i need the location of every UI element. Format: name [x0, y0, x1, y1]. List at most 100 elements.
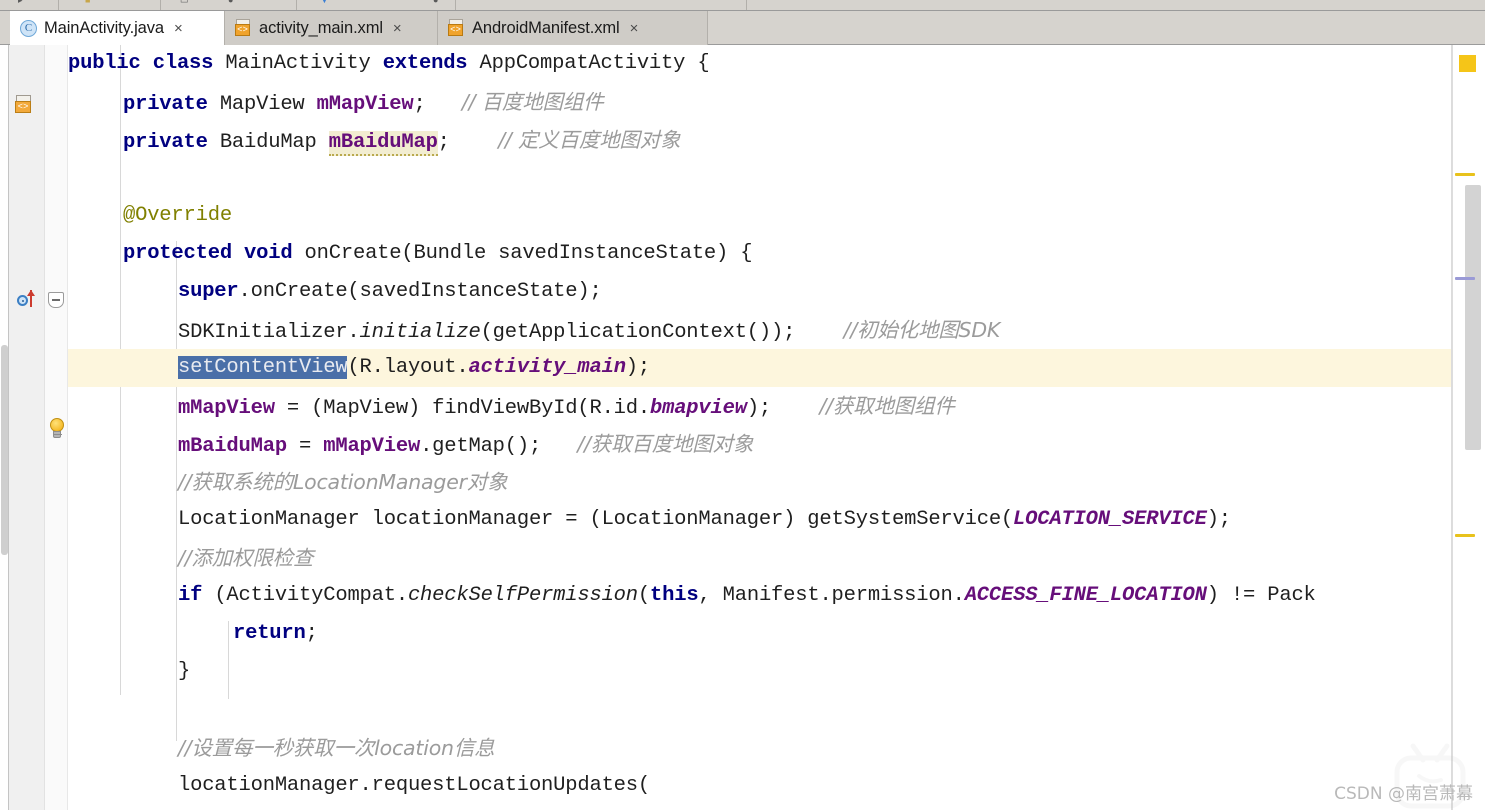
java-class-icon: C — [20, 19, 37, 37]
toolbar-icon-run[interactable]: ▸ — [18, 0, 23, 5]
tab-close-icon[interactable]: × — [630, 21, 639, 36]
code-line[interactable]: //添加权限检查 — [68, 539, 1453, 577]
toolbar-icon-build[interactable]: ■ — [85, 0, 90, 5]
code-token: // 定义百度地图对象 — [498, 128, 681, 152]
code-line[interactable]: return; — [68, 615, 1453, 653]
code-token: super — [178, 280, 239, 303]
code-token: ); — [625, 356, 651, 379]
editor-right-rail[interactable] — [1452, 45, 1485, 810]
code-token: onCreate(Bundle savedInstanceState) { — [292, 242, 753, 265]
code-token: setContentView — [178, 356, 348, 379]
code-line[interactable]: private MapView mMapView; // 百度地图组件 — [68, 83, 1453, 121]
editor-tab-androidmanifest[interactable]: <> AndroidManifest.xml × — [438, 11, 708, 45]
toolbar-icon-avd[interactable]: ▭ — [180, 0, 189, 5]
horizontal-scroll-handle[interactable] — [1, 345, 8, 555]
tab-close-icon[interactable]: × — [174, 21, 183, 36]
code-token: ); — [746, 397, 820, 420]
editor-tab-mainactivity[interactable]: C MainActivity.java × — [10, 11, 225, 45]
override-method-icon[interactable] — [17, 290, 39, 310]
xml-file-icon: <> — [235, 19, 252, 37]
code-line[interactable]: super.onCreate(savedInstanceState); — [68, 273, 1453, 311]
code-token: public — [68, 52, 141, 75]
editor-tab-bar[interactable]: C MainActivity.java × <> activity_main.x… — [0, 11, 1485, 45]
code-token: checkSelfPermission — [407, 584, 638, 607]
code-token: MainActivity — [213, 52, 383, 75]
code-token: MapView — [207, 93, 317, 116]
code-token: .onCreate(savedInstanceState); — [238, 280, 602, 303]
scrollbar-marker[interactable] — [1455, 173, 1475, 176]
code-token: //设置每一秒获取一次location信息 — [178, 736, 495, 760]
code-token: extends — [382, 52, 468, 75]
tab-close-icon[interactable]: × — [393, 21, 402, 36]
code-line[interactable]: mBaiduMap = mMapView.getMap(); //获取百度地图对… — [68, 425, 1453, 463]
code-token: private — [123, 131, 208, 154]
xml-badge: <> — [15, 101, 31, 113]
code-token: class — [152, 52, 214, 75]
code-token: // 百度地图组件 — [461, 90, 604, 114]
code-token: ACCESS_FINE_LOCATION — [964, 584, 1207, 607]
code-line[interactable]: @Override — [68, 197, 1453, 235]
code-token: mMapView — [178, 397, 275, 420]
code-line[interactable]: mMapView = (MapView) findViewById(R.id.b… — [68, 387, 1453, 425]
vertical-scrollbar-thumb[interactable] — [1465, 185, 1481, 450]
editor-fold-column[interactable] — [45, 45, 68, 810]
code-line[interactable]: protected void onCreate(Bundle savedInst… — [68, 235, 1453, 273]
toolbar-icon-search[interactable]: ● — [433, 0, 438, 5]
xml-file-icon[interactable]: <> — [15, 95, 33, 114]
toolbar-strip[interactable]: ▸ ■ ▭ ● ▼ ● — [0, 0, 1485, 11]
code-line[interactable]: private BaiduMap mBaiduMap; // 定义百度地图对象 — [68, 121, 1453, 159]
tab-label: MainActivity.java — [44, 18, 164, 37]
editor-gutter[interactable]: <> — [9, 45, 45, 810]
code-token: locationManager.requestLocationUpdates( — [178, 774, 650, 797]
scrollbar-marker[interactable] — [1455, 534, 1475, 537]
code-token: ; — [305, 622, 318, 645]
code-token: //添加权限检查 — [178, 546, 314, 570]
code-token: } — [178, 660, 191, 683]
code-text-area[interactable]: public class MainActivity extends AppCom… — [68, 45, 1453, 810]
code-token: ) != Pack — [1206, 584, 1316, 607]
code-token: AppCompatActivity { — [467, 52, 710, 75]
code-token: private — [123, 93, 208, 116]
code-token: (R.layout. — [347, 356, 469, 379]
code-token: this — [650, 584, 699, 607]
code-line[interactable]: LocationManager locationManager = (Locat… — [68, 501, 1453, 539]
code-fold-collapse-icon[interactable] — [48, 292, 64, 308]
xml-badge: <> — [235, 24, 250, 36]
code-line[interactable]: locationManager.requestLocationUpdates( — [68, 767, 1453, 805]
code-token: void — [244, 242, 293, 265]
code-token: bmapview — [650, 397, 747, 420]
code-line[interactable] — [68, 159, 1453, 197]
inspection-status-indicator[interactable] — [1459, 55, 1476, 72]
code-token: ; — [437, 131, 499, 154]
code-line[interactable]: SDKInitializer.initialize(getApplication… — [68, 311, 1453, 349]
code-token: , Manifest.permission. — [698, 584, 965, 607]
code-token: initialize — [359, 321, 481, 344]
code-line[interactable] — [68, 691, 1453, 729]
code-token: (getApplicationContext()); — [480, 321, 844, 344]
code-editor[interactable]: <> public class MainActivity extends App… — [0, 45, 1485, 810]
code-token: mMapView — [323, 435, 421, 458]
code-token: ; — [413, 93, 462, 116]
intention-bulb-icon[interactable] — [47, 418, 67, 440]
editor-left-edge — [0, 45, 9, 810]
code-token: //获取百度地图对象 — [577, 432, 754, 456]
code-token: //获取系统的LocationManager对象 — [178, 470, 508, 494]
editor-tab-activity-main[interactable]: <> activity_main.xml × — [225, 11, 438, 45]
code-line[interactable]: //设置每一秒获取一次location信息 — [68, 729, 1453, 767]
tab-label: activity_main.xml — [259, 18, 383, 37]
code-line[interactable]: setContentView(R.layout.activity_main); — [68, 349, 1453, 387]
code-token: //初始化地图SDK — [843, 318, 1001, 342]
toolbar-icon-debug[interactable]: ● — [228, 0, 233, 5]
code-line-list[interactable]: public class MainActivity extends AppCom… — [68, 45, 1453, 805]
code-line[interactable]: if (ActivityCompat.checkSelfPermission(t… — [68, 577, 1453, 615]
toolbar-icon-sync[interactable]: ▼ — [320, 0, 329, 5]
editor-window: ▸ ■ ▭ ● ▼ ● C MainActivity.java × <> act… — [0, 0, 1485, 810]
code-token: LocationManager locationManager = (Locat… — [178, 508, 1014, 531]
tab-label: AndroidManifest.xml — [472, 18, 620, 37]
code-token: //获取地图组件 — [819, 394, 955, 418]
code-line[interactable]: } — [68, 653, 1453, 691]
code-line[interactable]: //获取系统的LocationManager对象 — [68, 463, 1453, 501]
code-line[interactable]: public class MainActivity extends AppCom… — [68, 45, 1453, 83]
scrollbar-marker[interactable] — [1455, 277, 1475, 280]
